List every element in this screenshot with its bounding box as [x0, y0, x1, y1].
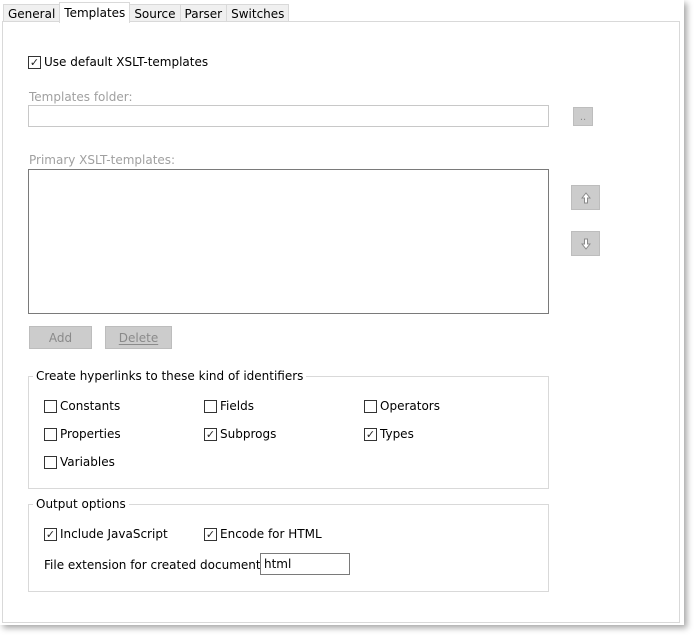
subprogs-label: Subprogs — [220, 427, 277, 441]
operators-checkbox[interactable]: Operators — [364, 399, 440, 413]
templates-folder-label: Templates folder: — [29, 90, 133, 104]
use-default-templates-label: Use default XSLT-templates — [44, 55, 209, 69]
add-template-button[interactable]: Add — [29, 326, 92, 349]
properties-label: Properties — [60, 427, 121, 441]
add-template-label: Add — [48, 330, 73, 345]
templates-page: ✓ Use default XSLT-templates Templates f… — [2, 21, 680, 623]
arrow-up-icon — [580, 191, 591, 203]
check-icon: ✓ — [44, 527, 57, 541]
encode-html-checkbox[interactable]: ✓ Encode for HTML — [204, 527, 322, 541]
primary-templates-list[interactable] — [28, 169, 549, 314]
file-extension-label: File extension for created documents: — [44, 558, 271, 572]
checkbox-box — [44, 455, 57, 469]
check-icon: ✓ — [364, 427, 377, 441]
check-icon: ✓ — [204, 427, 217, 441]
operators-label: Operators — [380, 399, 440, 413]
tab-general[interactable]: General — [3, 4, 61, 22]
tab-source-label: Source — [134, 6, 176, 21]
checkbox-box — [204, 399, 217, 413]
templates-folder-input[interactable] — [28, 105, 549, 127]
check-icon: ✓ — [28, 55, 41, 69]
tab-strip: General Templates Source Parser Switches — [3, 2, 290, 23]
tab-templates-label: Templates — [64, 6, 126, 20]
arrow-down-icon — [580, 238, 591, 250]
delete-template-button[interactable]: Delete — [105, 326, 172, 349]
types-label: Types — [380, 427, 414, 441]
checkbox-box — [44, 399, 57, 413]
delete-template-label: Delete — [118, 330, 159, 345]
browse-folder-button[interactable]: .. — [573, 107, 593, 126]
primary-templates-label: Primary XSLT-templates: — [29, 153, 176, 167]
hyperlinks-group-title: Create hyperlinks to these kind of ident… — [33, 369, 307, 383]
include-javascript-label: Include JavaScript — [60, 527, 168, 541]
constants-checkbox[interactable]: Constants — [44, 399, 120, 413]
move-up-button[interactable] — [571, 185, 600, 210]
subprogs-checkbox[interactable]: ✓ Subprogs — [204, 427, 276, 441]
variables-checkbox[interactable]: Variables — [44, 455, 115, 469]
tab-source[interactable]: Source — [129, 4, 181, 22]
file-extension-input[interactable] — [260, 553, 350, 575]
encode-html-label: Encode for HTML — [220, 527, 322, 541]
tab-switches-label: Switches — [231, 6, 285, 21]
fields-label: Fields — [220, 399, 254, 413]
checkbox-box — [44, 427, 57, 441]
output-options-title: Output options — [33, 497, 129, 511]
fields-checkbox[interactable]: Fields — [204, 399, 254, 413]
check-icon: ✓ — [204, 527, 217, 541]
checkbox-box — [364, 399, 377, 413]
move-down-button[interactable] — [571, 231, 600, 256]
properties-checkbox[interactable]: Properties — [44, 427, 121, 441]
tab-switches[interactable]: Switches — [226, 4, 290, 22]
tab-general-label: General — [8, 6, 56, 21]
output-options-group — [28, 504, 549, 592]
constants-label: Constants — [60, 399, 121, 413]
options-dialog: General Templates Source Parser Switches… — [0, 0, 684, 625]
tab-templates[interactable]: Templates — [59, 2, 131, 23]
tab-parser-label: Parser — [184, 6, 223, 21]
browse-folder-label: .. — [579, 112, 587, 123]
tab-parser[interactable]: Parser — [179, 4, 228, 22]
include-javascript-checkbox[interactable]: ✓ Include JavaScript — [44, 527, 168, 541]
variables-label: Variables — [60, 455, 115, 469]
types-checkbox[interactable]: ✓ Types — [364, 427, 414, 441]
use-default-templates-checkbox[interactable]: ✓ Use default XSLT-templates — [28, 55, 208, 69]
